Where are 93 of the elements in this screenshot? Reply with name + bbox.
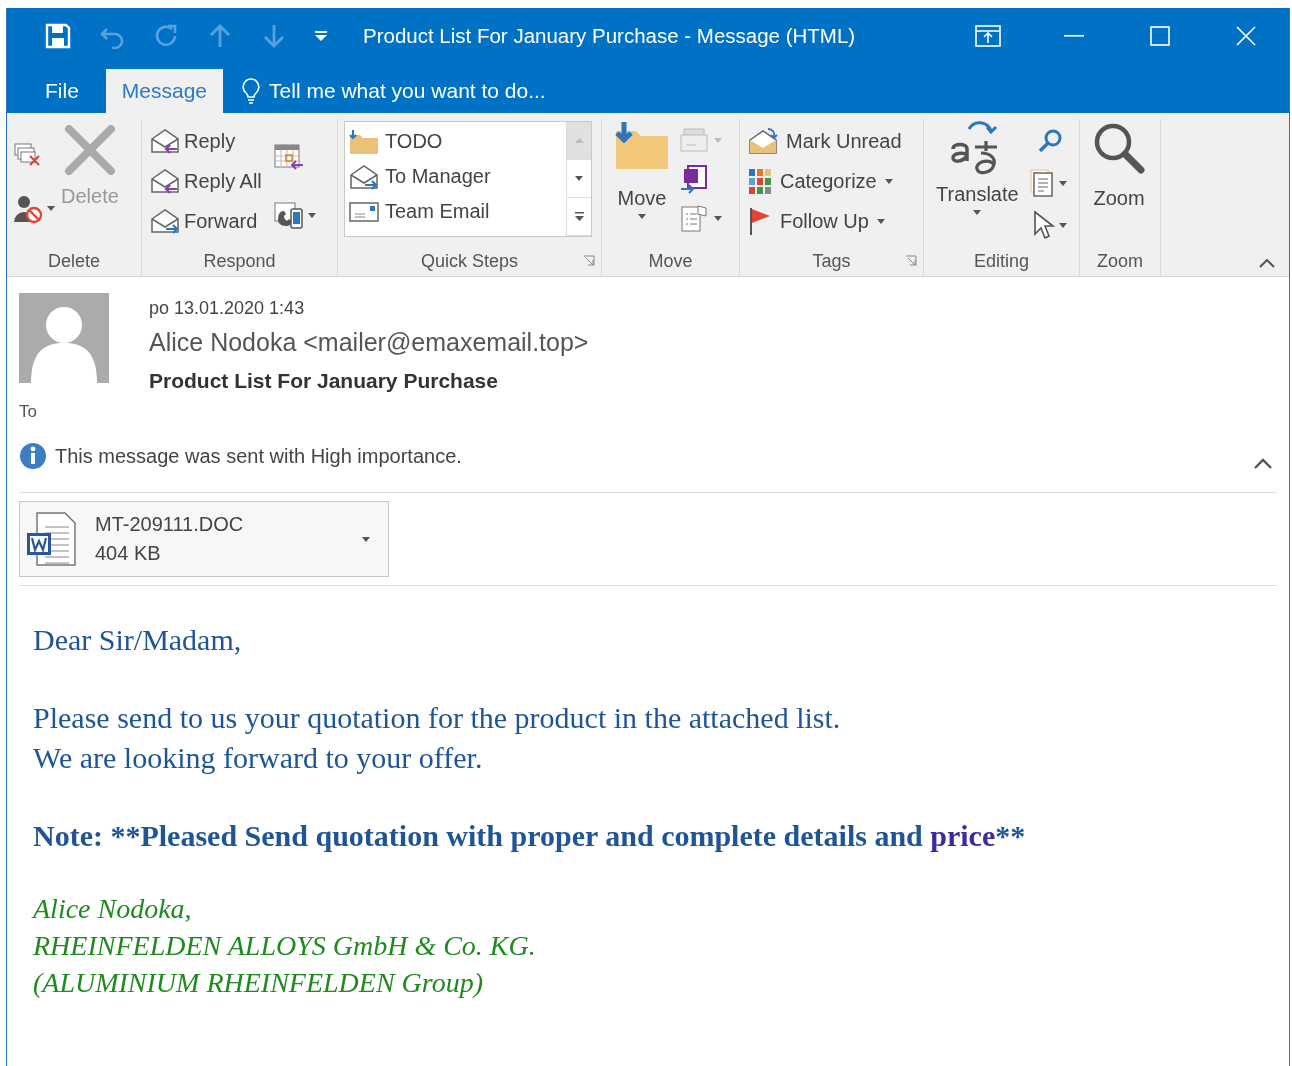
redo-icon <box>153 23 179 49</box>
caret-icon <box>714 215 722 221</box>
note-text: Note: **Pleased Send quotation with proper and complete details and price** <box>33 818 1027 854</box>
group-label: Editing <box>973 250 1029 272</box>
attachment-name: MT-209111.DOC <box>95 513 245 536</box>
maximize-icon <box>1150 26 1170 46</box>
caret-icon <box>574 212 584 221</box>
save-button[interactable] <box>45 23 71 49</box>
lightbulb-icon <box>241 77 262 105</box>
ribbon-button[interactable]: Categorize <box>746 161 904 201</box>
caret-icon <box>362 536 370 542</box>
collapse-ribbon-button[interactable] <box>1259 259 1275 268</box>
sender-text: Alice Nodoka <mailer@emaxemail.top> <box>149 328 589 357</box>
group-label: Respond <box>203 250 276 272</box>
tell-me-field[interactable]: Tell me what you want to do... <box>269 79 610 103</box>
folder-icon <box>614 121 670 171</box>
quick-step[interactable]: TODO <box>345 124 566 159</box>
launcher-icon <box>583 255 595 267</box>
folder-icon <box>349 128 379 155</box>
ribbon-button[interactable]: Reply <box>148 121 264 161</box>
chevron-up-icon <box>1253 458 1273 470</box>
quick-step[interactable]: Team Email <box>345 194 566 229</box>
caret-icon <box>973 210 982 215</box>
ribbon-display-icon <box>975 25 1001 47</box>
document-icon <box>1028 168 1055 198</box>
delete-icon <box>62 125 117 175</box>
phone-icon <box>273 200 304 230</box>
close-icon <box>1236 26 1256 46</box>
signature-text: Alice Nodoka, <box>33 892 193 926</box>
customize-button[interactable] <box>315 31 327 41</box>
attachment-card[interactable]: MT-209111.DOC 404 KB <box>19 501 389 577</box>
avatar-icon <box>19 293 109 383</box>
caret-icon <box>1058 222 1067 228</box>
collapse-header-button[interactable] <box>1253 458 1273 470</box>
launcher-icon <box>905 255 917 267</box>
flag-icon <box>748 206 772 236</box>
caret-icon <box>315 31 327 41</box>
person-block-icon <box>13 193 43 224</box>
ribbon-button[interactable]: Follow Up <box>746 201 904 241</box>
envelope-icon <box>150 208 180 234</box>
caret-icon <box>876 218 885 224</box>
move-button[interactable]: Move <box>608 119 676 246</box>
color-grid-icon <box>748 168 772 194</box>
down-arrow-icon <box>261 23 287 49</box>
quick-step[interactable]: To Manager <box>345 159 566 194</box>
group-label: Tags <box>812 250 851 272</box>
date-text: po 13.01.2020 1:43 <box>149 298 306 320</box>
minimize-icon <box>1064 35 1084 37</box>
attachment-size: 404 KB <box>95 542 162 565</box>
zoom-icon <box>1092 121 1146 175</box>
ribbon-button[interactable]: Mark Unread <box>746 121 904 161</box>
ribbon-button[interactable]: Reply All <box>148 161 264 201</box>
caret-icon <box>884 178 893 184</box>
envelope-icon <box>150 168 180 194</box>
ribbon-button[interactable]: Forward <box>148 201 264 241</box>
envelope-icon <box>349 200 379 223</box>
dialog-launcher[interactable] <box>905 255 917 267</box>
envelope-icon <box>150 128 180 154</box>
translate-button[interactable]: Translate <box>930 119 1025 246</box>
signature-text: RHEINFELDEN ALLOYS GmbH & Co. KG. <box>33 929 537 963</box>
caret-icon <box>307 212 316 218</box>
notebook-icon <box>680 164 710 194</box>
group-label: Move <box>648 250 693 272</box>
group-label: Quick Steps <box>420 250 518 272</box>
save-icon <box>45 23 71 49</box>
body-text: Please send to us your quotation for the product in the attached list. <box>33 700 842 736</box>
envelope-icon <box>748 127 778 155</box>
caret-icon <box>575 176 583 181</box>
subject-text: Product List For January Purchase <box>149 369 499 393</box>
info-icon <box>19 442 47 470</box>
signature-text: (ALUMINIUM RHEINFELDEN Group) <box>33 966 485 1000</box>
to-label: To <box>19 402 37 422</box>
caret-icon <box>574 138 584 143</box>
greeting-text: Dear Sir/Madam, <box>33 622 243 658</box>
group-label: Delete <box>48 250 100 272</box>
ribbon-tab[interactable]: Message <box>105 69 224 113</box>
caret-icon <box>47 206 55 212</box>
body-text: We are looking forward to your offer. <box>33 740 484 776</box>
importance-text: This message was sent with High importance. <box>55 444 462 468</box>
chevron-up-icon <box>1259 259 1275 268</box>
caret-icon <box>714 137 722 143</box>
window-title: Product List For January Purchase - Message (HTML) <box>363 24 857 48</box>
envelope-icon <box>349 163 379 190</box>
document-icon <box>680 203 710 233</box>
ribbon-tab[interactable]: File <box>29 69 95 113</box>
envelope-stack-icon <box>680 127 710 153</box>
search-icon <box>1036 128 1063 154</box>
calendar-icon <box>273 143 304 171</box>
zoom-button[interactable]: Zoom <box>1086 119 1152 246</box>
caret-icon <box>1058 180 1067 186</box>
group-label: Zoom <box>1097 250 1143 272</box>
dialog-launcher[interactable] <box>583 255 595 267</box>
caret-icon <box>638 214 646 219</box>
